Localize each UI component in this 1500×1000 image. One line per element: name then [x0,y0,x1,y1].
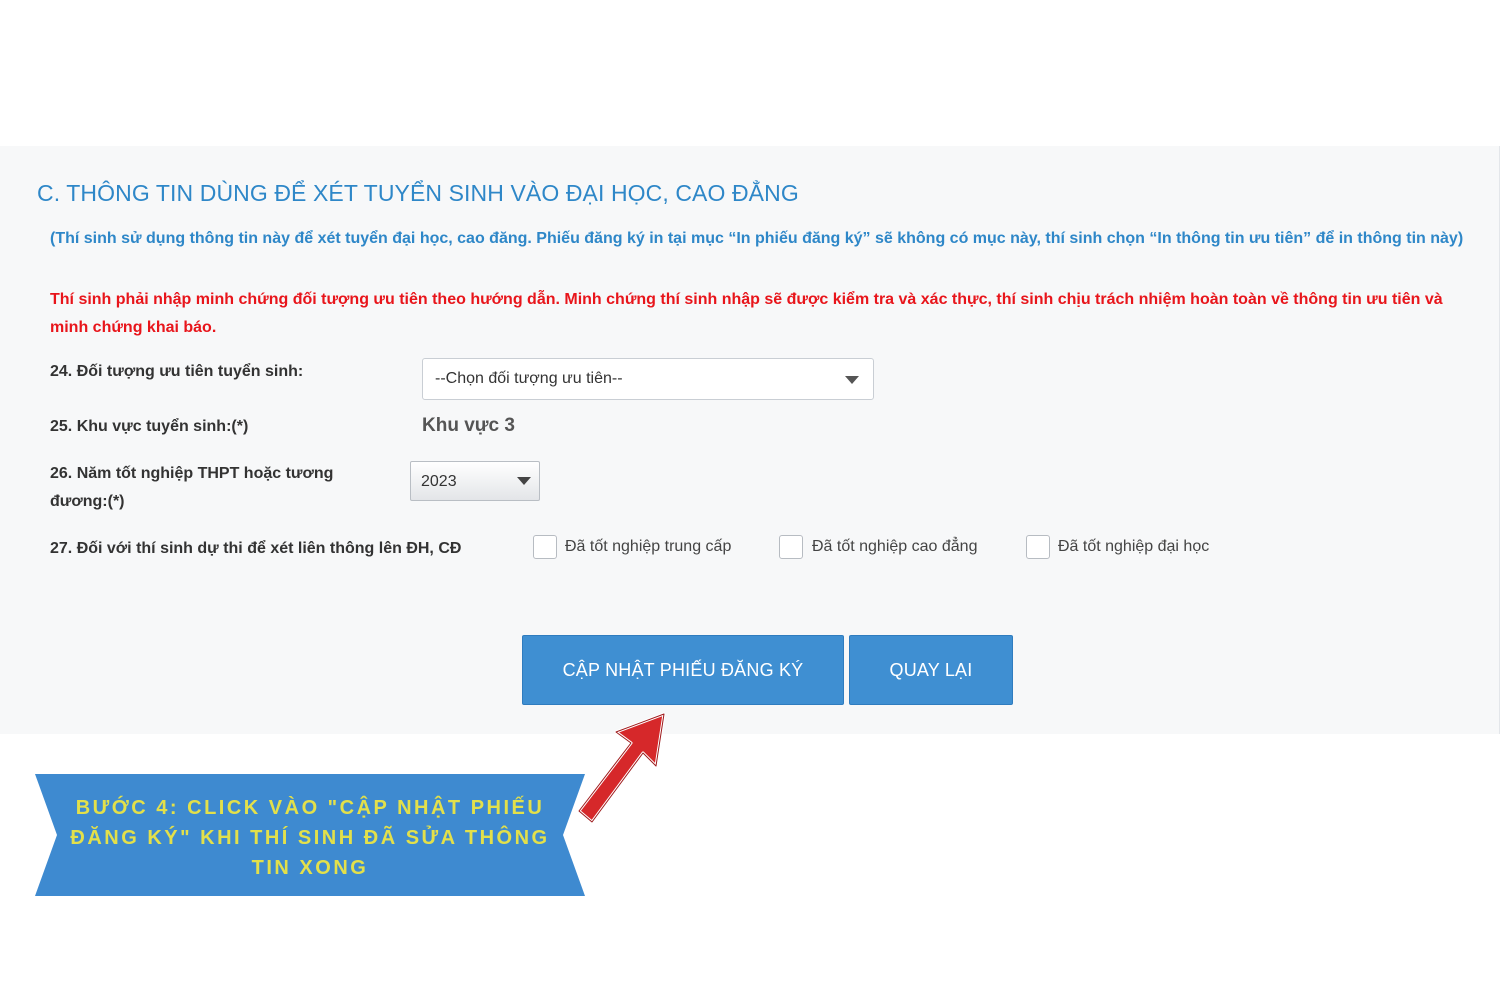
checkbox-intermediate[interactable] [533,535,557,559]
red-arrow-icon [577,712,666,824]
checkbox-college-label: Đã tốt nghiệp cao đẳng [812,538,978,555]
warning-note: Thí sinh phải nhập minh chứng đối tượng … [50,291,1443,336]
admission-area-label: 25. Khu vực tuyển sinh:(*) [50,418,249,435]
instruction-banner-text: BƯỚC 4: CLICK VÀO "CẬP NHẬT PHIẾU ĐĂNG K… [70,797,550,879]
checkbox-intermediate-label: Đã tốt nghiệp trung cấp [565,538,732,555]
admission-area-value: Khu vực 3 [422,415,515,436]
checkbox-university[interactable] [1026,535,1050,559]
transfer-label: 27. Đối với thí sinh dự thi để xét liên … [50,540,462,557]
graduation-year-select[interactable]: 2023 [410,461,540,501]
checkbox-college[interactable] [779,535,803,559]
back-button[interactable]: QUAY LẠI [849,635,1013,705]
info-note: (Thí sinh sử dụng thông tin này để xét t… [50,230,1464,247]
section-title: C. THÔNG TIN DÙNG ĐỂ XÉT TUYỂN SINH VÀO … [37,180,799,206]
checkbox-university-label: Đã tốt nghiệp đại học [1058,538,1210,555]
update-registration-button[interactable]: CẬP NHẬT PHIẾU ĐĂNG KÝ [522,635,844,705]
priority-group-select-value: --Chọn đối tượng ưu tiên-- [435,370,623,387]
priority-group-label: 24. Đối tượng ưu tiên tuyển sinh: [50,363,304,380]
priority-group-select[interactable]: --Chọn đối tượng ưu tiên-- [422,358,874,400]
chevron-down-icon [517,477,531,485]
graduation-year-label: 26. Năm tốt nghiệp THPT hoặc tương đương… [50,465,334,510]
chevron-down-icon [845,376,859,384]
graduation-year-select-value: 2023 [421,473,457,490]
